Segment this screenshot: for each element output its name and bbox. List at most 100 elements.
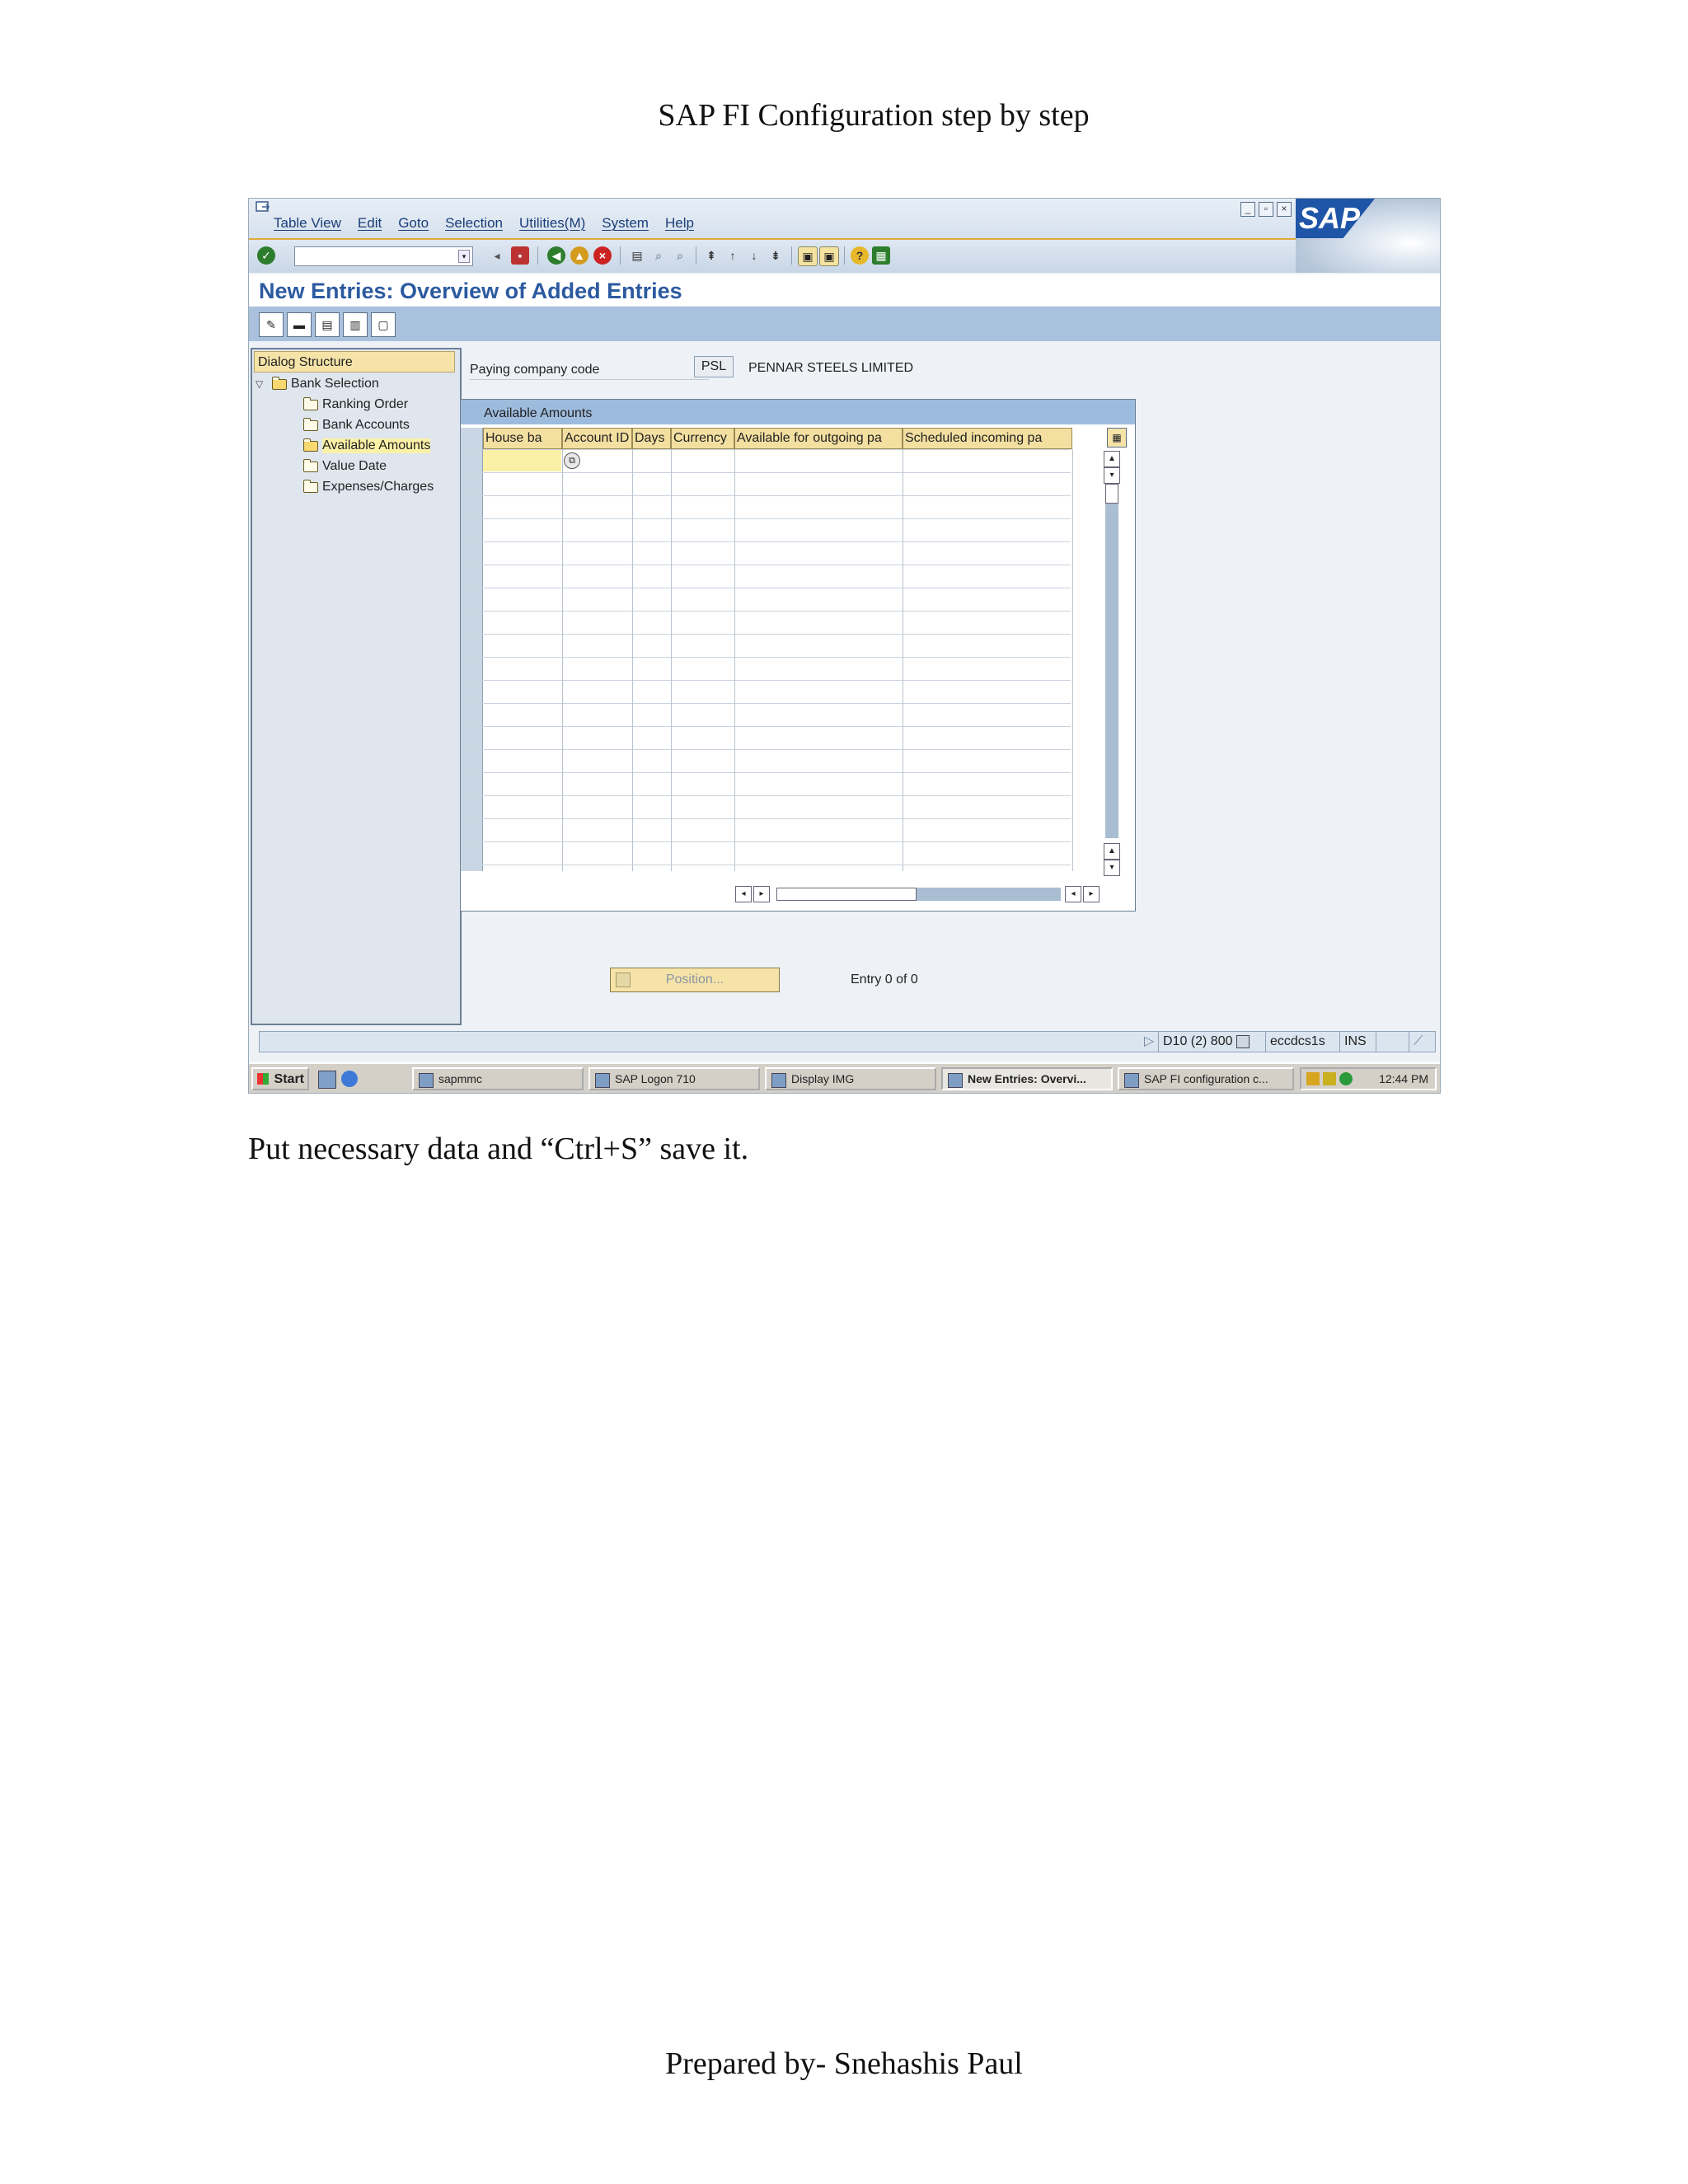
resize-grip-icon[interactable]: ⟋ — [1409, 1032, 1435, 1052]
enter-check-icon[interactable]: ✓ — [257, 246, 275, 265]
back-arrow-small-icon[interactable]: ◂ — [488, 246, 506, 265]
menu-system[interactable]: System — [602, 215, 649, 232]
cancel-icon[interactable]: × — [593, 246, 612, 265]
first-page-icon[interactable]: ⇞ — [702, 246, 720, 265]
folder-icon — [303, 458, 318, 472]
help-icon[interactable]: ? — [851, 246, 869, 265]
task-display-img[interactable]: Display IMG — [765, 1067, 936, 1090]
shortcut-icon[interactable]: ▣ — [819, 246, 839, 266]
scroll-bottom-icon[interactable]: ▾ — [1104, 860, 1120, 876]
select-all-icon[interactable]: ▤ — [315, 312, 340, 337]
vertical-scrollbar[interactable]: ▲ ▾ ▲ ▾ — [1104, 451, 1120, 879]
tree-node-bank-selection[interactable]: ▽ Bank Selection — [256, 374, 379, 394]
deselect-all-icon[interactable]: ▢ — [371, 312, 396, 337]
quicklaunch-desktop-icon[interactable] — [318, 1071, 336, 1089]
windows-logo-icon — [257, 1073, 269, 1085]
tray-warning-icon[interactable] — [1323, 1072, 1336, 1085]
vertical-scroll-thumb[interactable] — [1105, 484, 1118, 504]
close-window-icon[interactable]: × — [1277, 202, 1292, 217]
position-button-label: Position... — [665, 972, 724, 987]
system-info-icon[interactable] — [1236, 1034, 1250, 1048]
save-icon[interactable]: ▪ — [511, 246, 529, 265]
tree-node-available-amounts[interactable]: Available Amounts — [303, 436, 431, 456]
table-row-line — [461, 518, 1071, 519]
table-row-line — [461, 703, 1071, 704]
menu-goto[interactable]: Goto — [398, 215, 429, 232]
menu-document-icon[interactable] — [256, 201, 270, 213]
table-settings-icon[interactable]: ▦ — [1107, 428, 1127, 448]
tree-node-expenses-charges[interactable]: Expenses/Charges — [303, 477, 434, 497]
status-empty — [1376, 1032, 1409, 1052]
restore-icon[interactable]: ▫ — [1259, 202, 1273, 217]
delete-icon[interactable]: ▬ — [287, 312, 312, 337]
row-selector-column[interactable] — [461, 428, 483, 871]
table-title: Available Amounts — [461, 400, 1135, 424]
scroll-right-icon[interactable]: ◂ — [1065, 886, 1081, 902]
layout-menu-icon[interactable]: ▦ — [872, 246, 890, 265]
dialog-structure-header: Dialog Structure — [254, 351, 455, 373]
task-sap-logon[interactable]: SAP Logon 710 — [588, 1067, 760, 1090]
tray-sap-icon[interactable] — [1306, 1072, 1320, 1085]
create-session-icon[interactable]: ▣ — [798, 246, 818, 266]
entry-count: Entry 0 of 0 — [851, 972, 918, 987]
col-header-scheduled-incoming[interactable]: Scheduled incoming pa — [903, 428, 1072, 449]
col-header-available-outgoing[interactable]: Available for outgoing pa — [734, 428, 903, 449]
previous-page-icon[interactable]: ↑ — [724, 246, 742, 265]
col-header-days[interactable]: Days — [632, 428, 671, 449]
status-server: eccdcs1s — [1265, 1032, 1339, 1052]
col-header-currency[interactable]: Currency — [671, 428, 734, 449]
instruction-text: Put necessary data and “Ctrl+S” save it. — [248, 1132, 749, 1166]
status-expand-icon[interactable]: ▷ — [1140, 1032, 1156, 1052]
command-dropdown-icon[interactable]: ▾ — [458, 250, 470, 263]
scroll-down-icon[interactable]: ▲ — [1104, 843, 1120, 860]
task-sap-fi-doc[interactable]: SAP FI configuration c... — [1118, 1067, 1294, 1090]
company-name: PENNAR STEELS LIMITED — [748, 361, 914, 375]
find-icon[interactable]: ⌕ — [649, 246, 668, 265]
scroll-left-end-icon[interactable]: ◂ — [735, 886, 752, 902]
task-new-entries[interactable]: New Entries: Overvi... — [941, 1067, 1113, 1090]
command-field[interactable]: ▾ — [294, 246, 473, 266]
find-next-icon[interactable]: ⌕ — [671, 246, 689, 265]
display-change-icon[interactable]: ✎ — [259, 312, 284, 337]
scroll-up-icon[interactable]: ▾ — [1104, 467, 1120, 484]
next-page-icon[interactable]: ↓ — [745, 246, 763, 265]
document-title: SAP FI Configuration step by step — [658, 98, 1090, 133]
col-header-account-id[interactable]: Account ID — [562, 428, 632, 449]
print-icon[interactable]: ▤ — [628, 246, 646, 265]
table-row-line — [461, 611, 1071, 612]
document-footer: Prepared by- Snehashis Paul — [665, 2046, 1023, 2081]
minimize-icon[interactable]: _ — [1240, 202, 1255, 217]
menu-utilities[interactable]: Utilities(M) — [519, 215, 585, 232]
position-button[interactable]: Position... — [610, 968, 780, 992]
table-row-line — [461, 818, 1071, 819]
quicklaunch-ie-icon[interactable] — [341, 1071, 358, 1087]
scroll-right-end-icon[interactable]: ▸ — [1083, 886, 1100, 902]
expand-triangle-icon[interactable]: ▽ — [256, 378, 272, 390]
tray-network-icon[interactable] — [1339, 1072, 1353, 1085]
content-area: Dialog Structure ▽ Bank Selection Rankin… — [249, 341, 1440, 1025]
menu-selection[interactable]: Selection — [445, 215, 503, 232]
active-input-cell[interactable] — [483, 450, 561, 471]
select-block-icon[interactable]: ▥ — [343, 312, 368, 337]
title-bar: New Entries: Overview of Added Entries — [249, 274, 1440, 306]
scroll-left-icon[interactable]: ▸ — [753, 886, 770, 902]
tree-node-value-date[interactable]: Value Date — [303, 457, 387, 476]
last-page-icon[interactable]: ⇟ — [767, 246, 785, 265]
folder-icon — [303, 479, 318, 493]
col-header-house-bank[interactable]: House ba — [483, 428, 562, 449]
tree-node-bank-accounts[interactable]: Bank Accounts — [303, 415, 410, 435]
menu-table-view[interactable]: Table View — [274, 215, 341, 232]
value-help-icon[interactable]: ⧉ — [564, 452, 580, 469]
task-sapmmc[interactable]: sapmmc — [412, 1067, 584, 1090]
start-button[interactable]: Start — [251, 1067, 309, 1090]
menu-edit[interactable]: Edit — [358, 215, 382, 232]
tree-node-ranking-order[interactable]: Ranking Order — [303, 395, 408, 415]
back-icon[interactable]: ◀ — [547, 246, 565, 265]
scroll-top-icon[interactable]: ▲ — [1104, 451, 1120, 467]
sap-logon-icon — [595, 1073, 610, 1088]
exit-icon[interactable]: ▲ — [570, 246, 588, 265]
menu-help[interactable]: Help — [665, 215, 694, 232]
table-row-line — [461, 841, 1071, 842]
horizontal-scrollbar[interactable]: ◂ ▸ ◂ ▸ — [735, 886, 1100, 902]
horizontal-scroll-thumb[interactable] — [776, 888, 917, 901]
